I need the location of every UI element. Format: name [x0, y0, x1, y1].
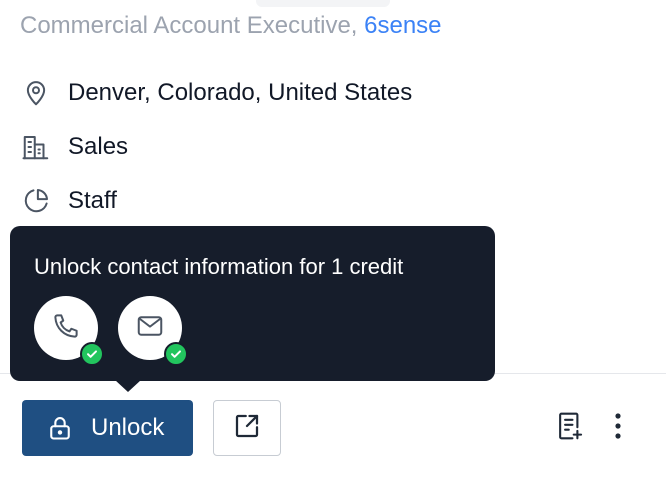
map-pin-icon [20, 77, 52, 109]
mail-icon [134, 311, 166, 346]
lock-icon [45, 413, 75, 443]
building-icon [20, 131, 52, 163]
tooltip-text: Unlock contact information for 1 credit [34, 254, 404, 279]
more-vertical-icon [614, 412, 622, 445]
unlock-tooltip: Unlock contact information for 1 credit [10, 226, 495, 381]
department-text: Sales [68, 133, 129, 160]
unlock-button-label: Unlock [91, 414, 165, 441]
check-circle-icon [164, 342, 188, 366]
location-row: Denver, Colorado, United States [20, 75, 412, 111]
contact-card: Commercial Account Executive, 6sense Den… [0, 0, 666, 482]
department-row: Sales [20, 129, 128, 165]
add-note-button[interactable] [553, 410, 587, 446]
phone-icon [51, 311, 81, 346]
location-text: Denver, Colorado, United States [68, 79, 413, 106]
phone-channel [34, 296, 104, 366]
share-button[interactable] [213, 400, 281, 456]
more-options-button[interactable] [606, 410, 630, 446]
unlock-button[interactable]: Unlock [22, 400, 193, 456]
level-row: Staff [20, 183, 117, 219]
pie-chart-icon [20, 185, 52, 217]
email-channel [118, 296, 188, 366]
share-icon [232, 411, 262, 446]
company-link[interactable]: 6sense [364, 12, 441, 39]
job-title-line: Commercial Account Executive, 6sense [20, 12, 442, 40]
tooltip-arrow [115, 380, 141, 392]
job-title: Commercial Account Executive, [20, 12, 358, 39]
top-tab-edge [256, 0, 390, 7]
level-text: Staff [68, 187, 117, 214]
add-note-icon [555, 410, 585, 447]
check-circle-icon [80, 342, 104, 366]
